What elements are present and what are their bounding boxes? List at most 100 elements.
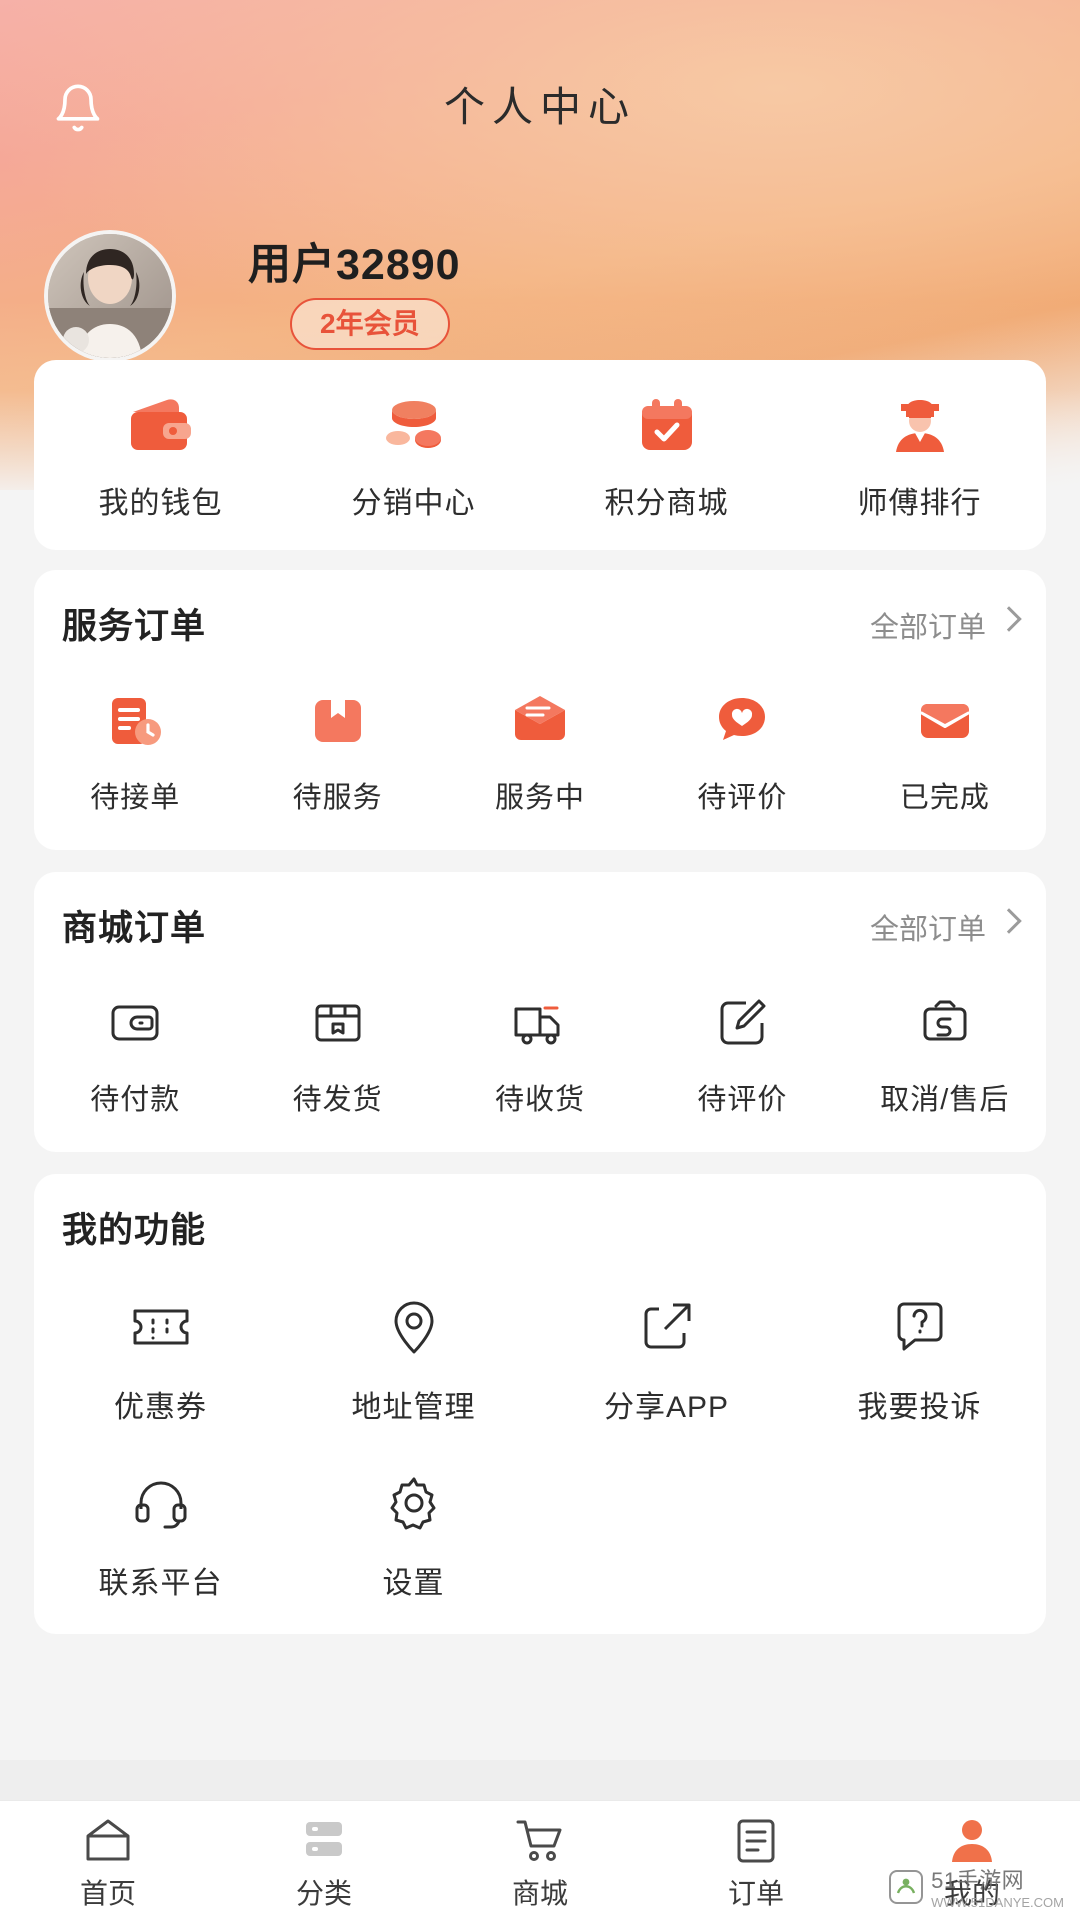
share-icon bbox=[639, 1294, 695, 1360]
category-icon bbox=[299, 1810, 349, 1864]
chevron-right-icon[interactable] bbox=[996, 606, 1022, 632]
in-service-icon bbox=[511, 690, 569, 752]
headset-icon bbox=[133, 1470, 189, 1536]
quick-actions-grid: 我的钱包 分销中心 积分商城 师傅排行 bbox=[34, 394, 1046, 522]
chevron-right-icon[interactable] bbox=[996, 908, 1022, 934]
function-share-app[interactable]: 分享APP bbox=[540, 1294, 793, 1426]
mall-item-label: 待评价 bbox=[697, 1084, 788, 1116]
profile-block: 用户32890 2年会员 bbox=[44, 230, 1036, 362]
quick-action-label: 我的钱包 bbox=[98, 487, 223, 520]
service-completed[interactable]: 已完成 bbox=[844, 690, 1046, 816]
points-mall-icon bbox=[635, 394, 699, 456]
member-badge: 2年会员 bbox=[290, 298, 450, 350]
profile-icon bbox=[948, 1810, 996, 1864]
quick-action-wallet[interactable]: 我的钱包 bbox=[34, 394, 287, 522]
completed-icon bbox=[916, 690, 974, 752]
watermark-text: 51手游网 bbox=[931, 1868, 1025, 1893]
service-item-label: 待服务 bbox=[292, 782, 383, 814]
worker-rank-icon bbox=[888, 394, 952, 456]
mall-pending-payment[interactable]: 待付款 bbox=[34, 992, 236, 1118]
section-title: 服务订单 bbox=[62, 607, 207, 646]
function-contact-platform[interactable]: 联系平台 bbox=[34, 1470, 287, 1602]
coins-icon bbox=[382, 394, 446, 456]
page-title: 个人中心 bbox=[444, 84, 636, 130]
order-list-icon bbox=[732, 1810, 780, 1864]
refund-outline-icon bbox=[917, 992, 973, 1054]
function-label: 优惠券 bbox=[114, 1391, 207, 1424]
username: 用户32890 bbox=[248, 241, 461, 289]
personal-center-screen: 个人中心 用户32890 2年会员 我的钱包 分销中心 积分商城 师傅排行 服务… bbox=[0, 0, 1080, 1920]
wallet-outline-icon bbox=[107, 992, 163, 1054]
function-address[interactable]: 地址管理 bbox=[287, 1294, 540, 1426]
tab-category[interactable]: 分类 bbox=[216, 1801, 432, 1920]
location-pin-icon bbox=[388, 1294, 440, 1360]
service-in-service[interactable]: 服务中 bbox=[439, 690, 641, 816]
mall-orders-card: 商城订单 全部订单 待付款 待发货 待收货 待评价 取消/售后 bbox=[34, 872, 1046, 1152]
pending-accept-icon bbox=[106, 690, 164, 752]
my-functions-grid: 优惠券 地址管理 分享APP 我要投诉 联系平台 设置 bbox=[34, 1294, 1046, 1646]
function-label: 分享APP bbox=[603, 1391, 730, 1424]
tab-label: 商城 bbox=[511, 1877, 568, 1909]
service-pending-service[interactable]: 待服务 bbox=[236, 690, 438, 816]
mall-cancel-refund[interactable]: 取消/售后 bbox=[844, 992, 1046, 1118]
tab-orders[interactable]: 订单 bbox=[648, 1801, 864, 1920]
service-orders-card: 服务订单 全部订单 待接单 待服务 服务中 待评价 已完成 bbox=[34, 570, 1046, 850]
function-coupon[interactable]: 优惠券 bbox=[34, 1294, 287, 1426]
function-label: 我要投诉 bbox=[857, 1391, 982, 1424]
service-item-label: 待评价 bbox=[697, 782, 788, 814]
quick-actions-card: 我的钱包 分销中心 积分商城 师傅排行 bbox=[34, 360, 1046, 550]
edit-outline-icon bbox=[714, 992, 770, 1054]
quick-action-worker-rank[interactable]: 师傅排行 bbox=[793, 394, 1046, 522]
function-settings[interactable]: 设置 bbox=[287, 1470, 540, 1602]
function-label: 联系平台 bbox=[98, 1567, 223, 1600]
function-label: 设置 bbox=[382, 1567, 445, 1600]
truck-outline-icon bbox=[512, 992, 568, 1054]
mall-orders-grid: 待付款 待发货 待收货 待评价 取消/售后 bbox=[34, 992, 1046, 1118]
quick-action-label: 师傅排行 bbox=[857, 487, 982, 520]
watermark: 51手游网 WWW.51DANYE.COM bbox=[889, 1863, 1064, 1910]
mall-pending-review[interactable]: 待评价 bbox=[641, 992, 843, 1118]
watermark-sub: WWW.51DANYE.COM bbox=[931, 1895, 1064, 1910]
quick-action-distribution[interactable]: 分销中心 bbox=[287, 394, 540, 522]
mall-pending-shipment[interactable]: 待发货 bbox=[236, 992, 438, 1118]
complaint-icon bbox=[893, 1294, 947, 1360]
service-orders-grid: 待接单 待服务 服务中 待评价 已完成 bbox=[34, 690, 1046, 816]
home-icon bbox=[83, 1810, 133, 1864]
avatar[interactable] bbox=[44, 230, 176, 362]
mall-pending-receipt[interactable]: 待收货 bbox=[439, 992, 641, 1118]
mall-item-label: 待发货 bbox=[292, 1084, 383, 1116]
pending-service-icon bbox=[309, 690, 367, 752]
service-item-label: 已完成 bbox=[899, 782, 990, 814]
cart-icon bbox=[514, 1810, 566, 1864]
service-pending-review[interactable]: 待评价 bbox=[641, 690, 843, 816]
pending-review-icon bbox=[713, 690, 771, 752]
mall-item-label: 待付款 bbox=[90, 1084, 181, 1116]
package-outline-icon bbox=[310, 992, 366, 1054]
service-item-label: 服务中 bbox=[495, 782, 586, 814]
section-title: 我的功能 bbox=[62, 1211, 207, 1250]
title-bar: 个人中心 bbox=[0, 72, 1080, 142]
all-orders-link[interactable]: 全部订单 bbox=[870, 604, 986, 646]
tab-label: 订单 bbox=[727, 1877, 784, 1909]
tab-label: 分类 bbox=[295, 1877, 352, 1909]
my-functions-card: 我的功能 优惠券 地址管理 分享APP 我要投诉 联系平台 设置 bbox=[34, 1174, 1046, 1634]
watermark-logo bbox=[889, 1869, 924, 1904]
gear-icon bbox=[386, 1470, 442, 1536]
mall-item-label: 待收货 bbox=[495, 1084, 586, 1116]
quick-action-label: 积分商城 bbox=[604, 487, 729, 520]
service-pending-accept[interactable]: 待接单 bbox=[34, 690, 236, 816]
coupon-icon bbox=[131, 1294, 191, 1360]
tab-mall[interactable]: 商城 bbox=[432, 1801, 648, 1920]
wallet-icon bbox=[129, 394, 193, 456]
function-complaint[interactable]: 我要投诉 bbox=[793, 1294, 1046, 1426]
quick-action-label: 分销中心 bbox=[351, 487, 476, 520]
function-label: 地址管理 bbox=[351, 1391, 476, 1424]
service-item-label: 待接单 bbox=[90, 782, 181, 814]
tab-label: 首页 bbox=[79, 1877, 136, 1909]
bottom-divider bbox=[0, 1760, 1080, 1800]
tab-home[interactable]: 首页 bbox=[0, 1801, 216, 1920]
quick-action-points-mall[interactable]: 积分商城 bbox=[540, 394, 793, 522]
section-title: 商城订单 bbox=[62, 909, 207, 948]
all-orders-link[interactable]: 全部订单 bbox=[870, 906, 986, 948]
mall-item-label: 取消/售后 bbox=[880, 1084, 1010, 1116]
